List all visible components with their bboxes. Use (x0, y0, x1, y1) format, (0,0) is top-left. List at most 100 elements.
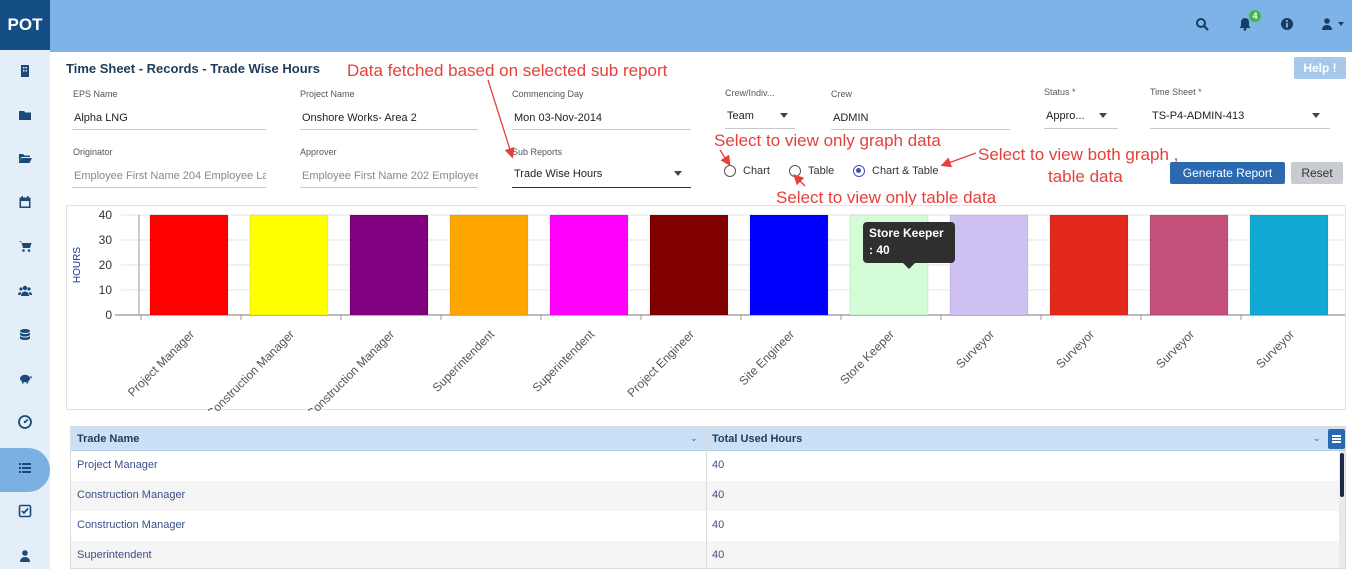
project-name-label: Project Name (300, 89, 355, 99)
dashboard-icon (18, 414, 32, 434)
sidebar-item-calendar[interactable] (0, 184, 50, 224)
tooltip-value: : 40 (869, 243, 890, 257)
table-row[interactable]: Construction Manager 40 (71, 511, 1343, 541)
table-radio-label[interactable]: Table (808, 165, 834, 177)
app-logo[interactable]: POT (0, 0, 50, 50)
bar (949, 214, 1029, 316)
calendar-icon (18, 195, 32, 214)
info-icon (1280, 18, 1294, 35)
eps-name-field[interactable]: Alpha LNG (74, 112, 264, 124)
table-radio[interactable] (789, 165, 801, 177)
x-tick-label: Superintendent (530, 327, 598, 395)
user-avatar-icon (1320, 18, 1334, 35)
search-button[interactable] (1195, 17, 1211, 33)
sidebar-item-database[interactable] (0, 317, 50, 357)
sidebar-item-user[interactable] (0, 538, 50, 569)
app-root: POT 4 Time Sheet - Records - Trade Wise … (0, 0, 1352, 569)
sub-reports-dropdown-icon[interactable] (674, 171, 682, 176)
bar (749, 214, 829, 316)
help-button[interactable]: Help ! (1294, 57, 1346, 79)
table-row[interactable]: Construction Manager 40 (71, 481, 1343, 511)
x-tick-label: Construction Manager (204, 327, 297, 411)
chart-radio[interactable] (724, 165, 736, 177)
chart-container: 0 10 20 30 40 HOURS Project Manager Constructio… (66, 205, 1346, 411)
column-header-total-used-hours[interactable]: Total Used Hours (706, 427, 1326, 451)
eps-name-label: EPS Name (73, 89, 118, 99)
sidebar-item-cart[interactable] (0, 228, 50, 268)
cart-icon (18, 239, 32, 258)
generate-report-button[interactable]: Generate Report (1170, 162, 1285, 184)
time-sheet-select[interactable]: TS-P4-ADMIN-413 (1152, 110, 1302, 122)
sidebar-item-piggy-bank[interactable] (0, 360, 50, 400)
chevron-down-icon[interactable]: ⌄ (690, 433, 698, 444)
commencing-day-field[interactable]: Mon 03-Nov-2014 (514, 112, 690, 124)
sidebar-item-users[interactable] (0, 273, 50, 313)
y-tick-label: 20 (99, 258, 113, 272)
bar (549, 214, 629, 316)
table-row[interactable]: Project Manager 40 (71, 451, 1343, 481)
crew-indiv-label: Crew/Indiv... (725, 88, 775, 98)
project-name-field[interactable]: Onshore Works- Area 2 (302, 112, 478, 124)
piggy-bank-icon (18, 371, 32, 390)
approver-field[interactable]: Employee First Name 202 Employee (302, 170, 478, 182)
status-label: Status * (1044, 87, 1076, 97)
crew-field[interactable]: ADMIN (833, 112, 1003, 124)
x-tick-label: Surveyor (953, 327, 997, 371)
grid-scrollbar-thumb[interactable] (1340, 453, 1344, 497)
sub-reports-select[interactable]: Trade Wise Hours (514, 168, 664, 180)
cell-trade-name: Project Manager (77, 459, 158, 471)
column-header-trade-name[interactable]: Trade Name (71, 427, 706, 451)
user-menu-button[interactable] (1320, 17, 1348, 33)
chart-radio-label[interactable]: Chart (743, 165, 770, 177)
sidebar-item-folder[interactable] (0, 97, 50, 137)
data-grid: Trade Name ⌄ Total Used Hours ⌄ Project … (70, 426, 1346, 569)
search-icon (1195, 18, 1209, 35)
notification-badge: 4 (1249, 10, 1261, 22)
sidebar-item-building[interactable] (0, 53, 50, 93)
list-icon (18, 461, 32, 480)
cell-total-hours: 40 (712, 549, 725, 561)
chart-and-table-radio-label[interactable]: Chart & Table (872, 165, 938, 177)
status-select[interactable]: Appro... (1046, 110, 1092, 122)
crew-indiv-dropdown-icon[interactable] (780, 113, 788, 118)
users-icon (18, 284, 32, 303)
y-axis-label: HOURS (72, 247, 83, 283)
sidebar-item-list[interactable] (0, 448, 50, 492)
originator-field[interactable]: Employee First Name 204 Employee La (74, 170, 266, 182)
crew-indiv-select[interactable]: Team (727, 110, 777, 122)
x-tick-label: Project Manager (125, 327, 197, 399)
chevron-down-icon (1338, 22, 1344, 26)
bar (149, 214, 229, 316)
page-title: Time Sheet - Records - Trade Wise Hours (66, 61, 320, 76)
sidebar-item-dashboard[interactable] (0, 404, 50, 444)
x-tick-label: Surveyor (1153, 327, 1197, 371)
user-icon (18, 549, 32, 568)
chart-and-table-radio[interactable] (853, 165, 865, 177)
sidebar-item-checklist[interactable] (0, 493, 50, 533)
crew-label: Crew (831, 89, 853, 99)
y-tick-label: 10 (99, 283, 113, 297)
status-dropdown-icon[interactable] (1099, 113, 1107, 118)
originator-label: Originator (73, 147, 113, 157)
reset-button[interactable]: Reset (1291, 162, 1343, 184)
info-button[interactable] (1280, 17, 1296, 33)
bar (649, 214, 729, 316)
bar (1249, 214, 1329, 316)
bell-icon (1238, 18, 1252, 35)
approver-label: Approver (300, 147, 337, 157)
chevron-down-icon[interactable]: ⌄ (1313, 433, 1321, 444)
grid-menu-button[interactable] (1328, 429, 1345, 449)
x-tick-label: Store Keeper (837, 327, 897, 387)
database-icon (18, 328, 32, 347)
table-row[interactable]: Superintendent 40 (71, 541, 1343, 568)
y-tick-label: 30 (99, 233, 113, 247)
bar (1049, 214, 1129, 316)
x-tick-label: Superintendent (430, 327, 498, 395)
bar (1149, 214, 1229, 316)
tooltip-title: Store Keeper (869, 226, 944, 240)
annotation-both-line2: table data (1048, 167, 1123, 186)
cell-trade-name: Construction Manager (77, 489, 186, 501)
time-sheet-dropdown-icon[interactable] (1312, 113, 1320, 118)
sidebar-item-folder-open[interactable] (0, 140, 50, 180)
x-tick-label: Surveyor (1053, 327, 1097, 371)
